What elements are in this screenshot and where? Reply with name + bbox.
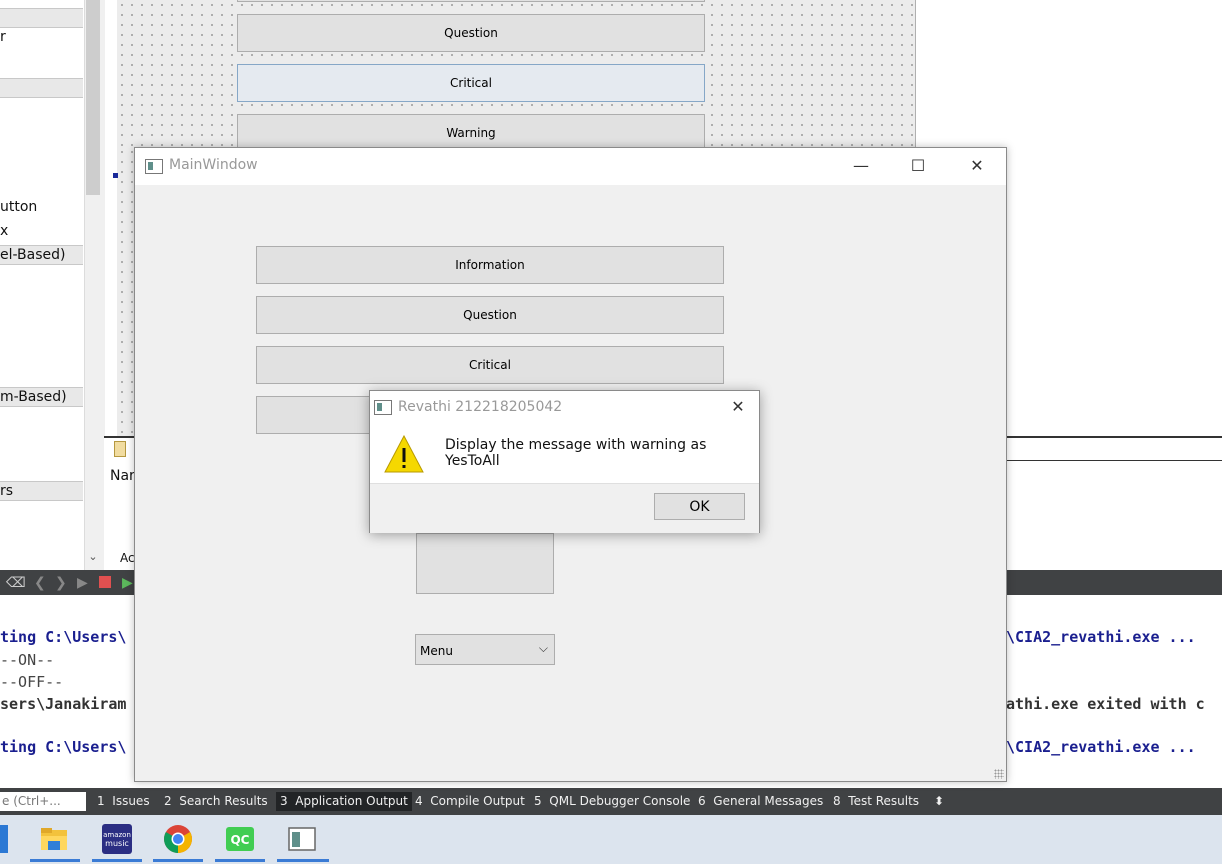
sidebar-item-push-button[interactable]: utton (0, 199, 37, 215)
windows-taskbar: amazon music QC (0, 815, 1222, 864)
sidebar-category-item-widgets[interactable]: m-Based) (0, 387, 83, 407)
taskbar-active-indicator (153, 859, 203, 862)
console-line: ting C:\Users\ (0, 628, 127, 646)
taskbar-active-indicator (277, 859, 329, 862)
tab-qml-debugger-console[interactable]: 5 QML Debugger Console (530, 792, 694, 811)
widget-box-sidebar: r utton x el-Based) m-Based) rs ⌄ (0, 0, 105, 570)
menu-combobox[interactable]: Menu ⌵ (415, 634, 555, 665)
edge-icon[interactable] (0, 825, 8, 853)
tab-test-results[interactable]: 8 Test Results (829, 792, 923, 811)
svg-text:amazon: amazon (103, 831, 131, 839)
form-designer-canvas[interactable]: Question Critical Warning (117, 0, 916, 152)
taskbar-active-indicator (215, 859, 265, 862)
console-line: sers\Janakiram (0, 695, 127, 713)
sidebar-category-item-views[interactable]: el-Based) (0, 245, 83, 265)
action-editor-label: Ac (120, 551, 135, 565)
svg-text:music: music (105, 839, 129, 848)
output-pane-tabs: e (Ctrl+... 1 Issues 2 Search Results 3 … (0, 788, 1222, 815)
main-window-title: MainWindow (169, 157, 258, 173)
console-line: --ON-- (0, 651, 55, 669)
clear-icon[interactable]: ⌫ (6, 575, 26, 591)
dialog-message: Display the message with warning as YesT… (445, 437, 707, 469)
warning-message-dialog: Revathi 212218205042 ✕ Display the messa… (369, 390, 760, 533)
sidebar-category[interactable] (0, 78, 83, 98)
tab-search-results[interactable]: 2 Search Results (160, 792, 272, 811)
designer-button[interactable] (237, 0, 705, 2)
run-icon[interactable]: ▶ (77, 575, 88, 591)
dialog-body: Display the message with warning as YesT… (370, 423, 759, 483)
maximize-icon[interactable]: ☐ (895, 152, 941, 180)
push-button-widget[interactable] (416, 533, 554, 594)
ok-button[interactable]: OK (654, 493, 745, 520)
menu-combobox-value: Menu (420, 644, 453, 658)
minimize-icon[interactable]: — (838, 152, 884, 180)
next-icon[interactable]: ❯ (55, 575, 67, 591)
dialog-title: Revathi 212218205042 (398, 399, 563, 415)
scroll-down-icon[interactable]: ⌄ (86, 550, 100, 568)
expand-tabs-icon[interactable]: ⬍ (930, 792, 948, 811)
sidebar-category[interactable] (0, 8, 83, 28)
warning-triangle-icon (384, 434, 424, 473)
taskbar-active-indicator (92, 859, 142, 862)
sidebar-item-checkbox[interactable]: x (0, 223, 8, 239)
designer-button-critical[interactable]: Critical (237, 64, 705, 102)
console-line: \CIA2_revathi.exe ... (1006, 628, 1196, 646)
tab-general-messages[interactable]: 6 General Messages (694, 792, 827, 811)
app-window-icon (145, 159, 163, 174)
dialog-titlebar[interactable]: Revathi 212218205042 ✕ (370, 391, 759, 423)
close-icon[interactable]: ✕ (954, 152, 1000, 180)
question-button[interactable]: Question (256, 296, 724, 334)
main-window-titlebar[interactable]: MainWindow — ☐ ✕ (135, 148, 1006, 185)
name-column-label: Nar (110, 468, 135, 484)
taskbar-active-indicator (30, 859, 80, 862)
amazon-music-icon[interactable]: amazon music (101, 823, 133, 855)
tab-application-output[interactable]: 3 Application Output (276, 792, 412, 811)
designer-button-question[interactable]: Question (237, 14, 705, 52)
console-line: ting C:\Users\ (0, 738, 127, 756)
qt-app-icon[interactable] (286, 823, 318, 855)
sidebar-item[interactable]: r (0, 29, 6, 45)
information-button[interactable]: Information (256, 246, 724, 284)
previous-icon[interactable]: ❮ (34, 575, 46, 591)
chevron-down-icon: ⌵ (538, 641, 548, 655)
file-explorer-icon[interactable] (38, 823, 70, 855)
sidebar-scroll-thumb[interactable] (86, 0, 100, 195)
locator-search-input[interactable]: e (Ctrl+... (0, 792, 86, 811)
resize-grip-icon[interactable] (994, 769, 1004, 779)
dialog-button-box: OK (370, 483, 759, 533)
console-line: athi.exe exited with c (1006, 695, 1205, 713)
stop-icon[interactable] (99, 576, 111, 588)
form-designer-canvas-lower (117, 147, 134, 437)
svg-text:QC: QC (230, 833, 249, 847)
qt-creator-icon[interactable]: QC (224, 823, 256, 855)
property-panel-header (1005, 440, 1222, 461)
property-panel-divider (1005, 436, 1222, 438)
chrome-icon[interactable] (162, 823, 194, 855)
selection-handle[interactable] (113, 173, 118, 178)
sidebar-category-containers[interactable]: rs (0, 481, 83, 501)
debug-run-icon[interactable]: ▶ (122, 575, 133, 591)
console-line: \CIA2_revathi.exe ... (1006, 738, 1196, 756)
tab-compile-output[interactable]: 4 Compile Output (411, 792, 529, 811)
critical-button[interactable]: Critical (256, 346, 724, 384)
close-icon[interactable]: ✕ (722, 393, 754, 421)
console-line: --OFF-- (0, 673, 64, 691)
tab-issues[interactable]: 1 Issues (93, 792, 154, 811)
app-window-icon (374, 400, 392, 415)
file-icon (114, 441, 126, 457)
